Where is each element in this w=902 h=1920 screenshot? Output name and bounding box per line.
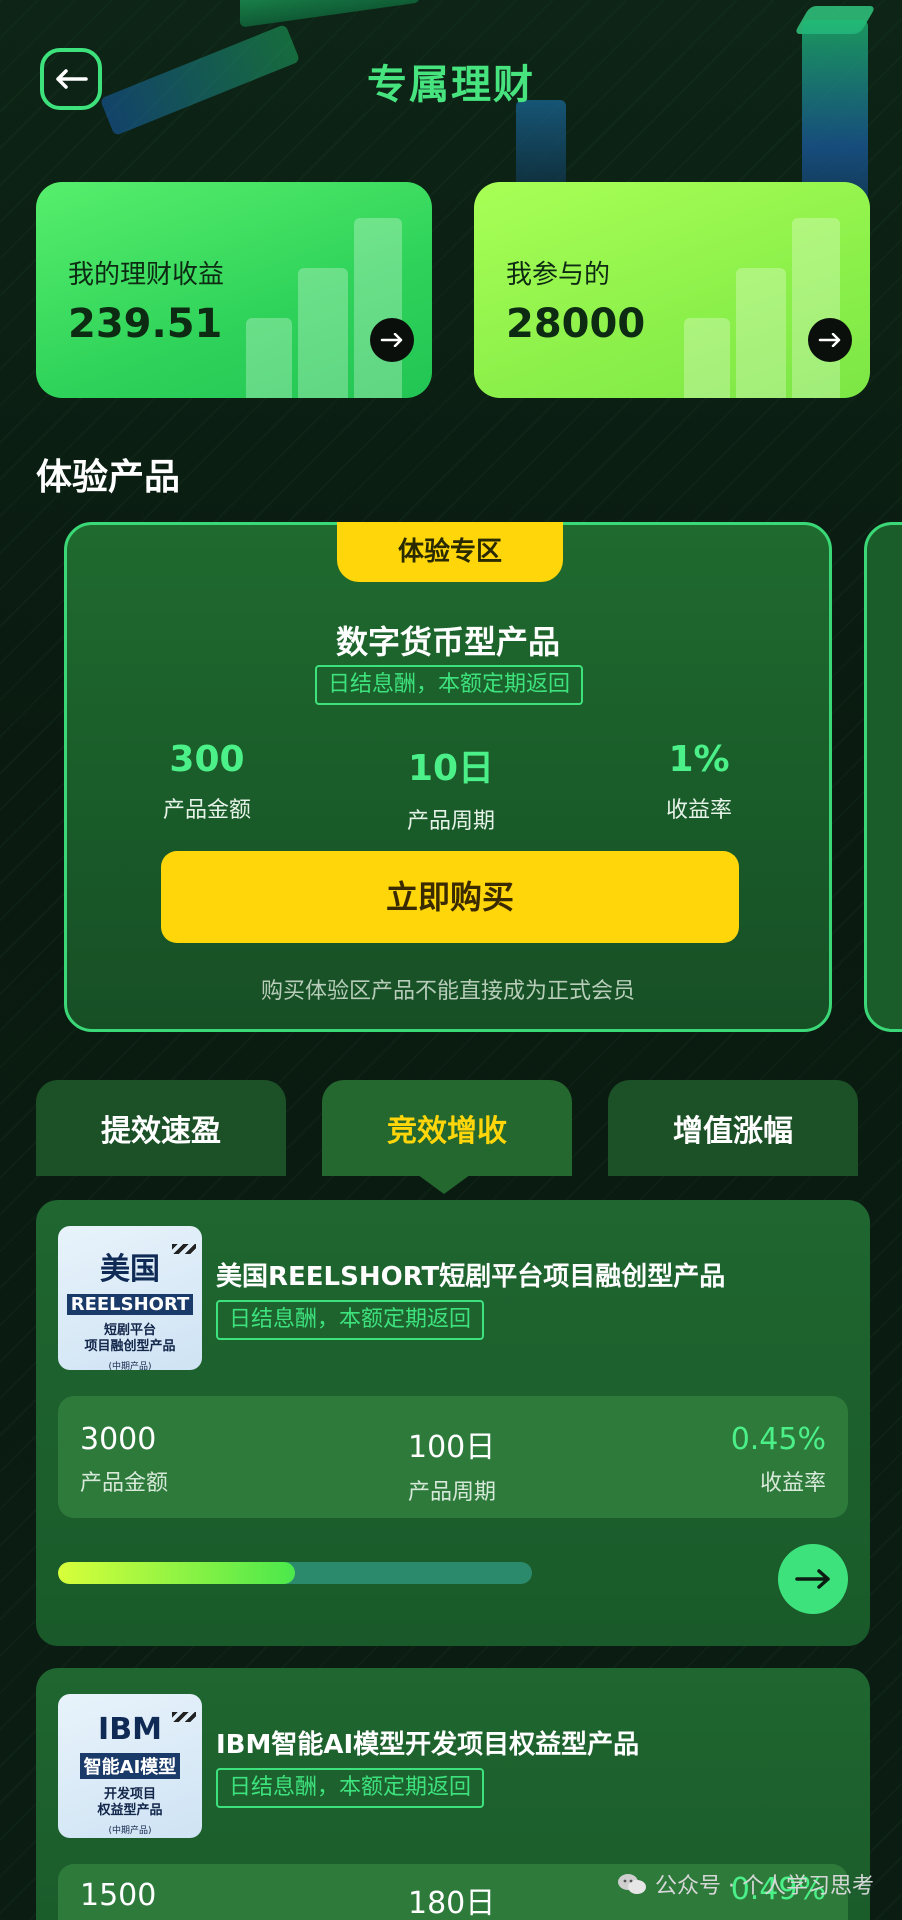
stat-value: 3000	[80, 1422, 157, 1457]
chart-decoration	[354, 218, 402, 398]
next-experience-card[interactable]	[864, 522, 902, 1032]
stat-label: 产品金额	[162, 798, 251, 823]
stat-label: 收益率	[759, 1471, 826, 1496]
participation-card[interactable]: 我参与的 28000	[474, 182, 870, 398]
stat-value: 1%	[668, 739, 730, 780]
stat-value: 1500	[80, 1878, 157, 1913]
chart-decoration	[736, 268, 786, 398]
thumbnail-line: 短剧平台	[103, 1323, 156, 1338]
product-rate: 0.45% 收益率	[731, 1422, 826, 1497]
buy-now-button[interactable]: 立即购买	[161, 851, 739, 943]
chart-decoration	[298, 268, 348, 398]
page-title: 专属理财	[367, 62, 535, 108]
experience-note: 购买体验区产品不能直接成为正式会员	[260, 979, 635, 1004]
thumbnail-line: 权益型产品	[97, 1803, 163, 1818]
product-period: 180日	[408, 1878, 495, 1920]
section-title: 体验产品	[36, 457, 181, 498]
product-badge: 日结息酬，本额定期返回	[216, 1300, 484, 1340]
experience-rate: 1% 收益率	[589, 739, 809, 824]
watermark: 公众号 · 个人学习思考	[617, 1868, 874, 1900]
product-name: 美国REELSHORT短剧平台项目融创型产品	[216, 1262, 726, 1292]
stat-value: 0.45%	[730, 1422, 826, 1457]
header-decoration	[240, 0, 420, 28]
arrow-right-icon	[818, 333, 841, 347]
tab-value-growth[interactable]: 增值涨幅	[608, 1080, 858, 1176]
experience-period: 10日 产品周期	[341, 739, 561, 835]
product-thumbnail: 美国 REELSHORT 短剧平台 项目融创型产品 (中期产品)	[58, 1226, 202, 1370]
experience-tag: 体验专区	[337, 522, 563, 582]
earnings-arrow-button[interactable]	[370, 318, 414, 362]
product-badge: 日结息酬，本额定期返回	[216, 1768, 484, 1808]
experience-card: 体验专区 数字货币型产品 日结息酬，本额定期返回 300 产品金额 10日 产品…	[64, 522, 832, 1032]
chart-decoration	[792, 218, 840, 398]
stat-value: 10日	[407, 748, 495, 789]
stat-label: 产品周期	[408, 1480, 497, 1505]
experience-title: 数字货币型产品	[335, 623, 560, 661]
experience-amount: 300 产品金额	[97, 739, 317, 824]
thumbnail-note: (中期产品)	[108, 1362, 152, 1370]
wechat-icon	[618, 1874, 647, 1894]
product-progress-bar	[58, 1562, 532, 1584]
tab-efficiency-profit[interactable]: 提效速盈	[36, 1080, 286, 1176]
stat-value: 180日	[408, 1886, 496, 1920]
stat-label: 产品周期	[406, 809, 495, 834]
product-detail-button[interactable]	[778, 1544, 848, 1614]
stat-value: 300	[169, 739, 245, 780]
experience-badge: 日结息酬，本额定期返回	[315, 665, 583, 705]
chart-decoration	[684, 318, 730, 398]
thumbnail-decoration	[172, 1712, 196, 1722]
stat-label: 收益率	[665, 798, 732, 823]
earnings-card[interactable]: 我的理财收益 239.51	[36, 182, 432, 398]
thumbnail-line: 开发项目	[103, 1787, 156, 1802]
active-tab-indicator	[414, 1172, 474, 1194]
tab-competitive-income[interactable]: 竞效增收	[322, 1080, 572, 1176]
thumbnail-line: 项目融创型产品	[84, 1339, 176, 1354]
arrow-right-icon	[380, 333, 403, 347]
thumbnail-note: (中期产品)	[108, 1826, 152, 1836]
product-progress-fill	[58, 1562, 295, 1584]
participation-arrow-button[interactable]	[808, 318, 852, 362]
chart-decoration	[246, 318, 292, 398]
product-amount: 3000 产品金额	[80, 1422, 168, 1497]
stat-value: 100日	[408, 1430, 496, 1465]
product-card[interactable]: 美国 REELSHORT 短剧平台 项目融创型产品 (中期产品) 美国REELS…	[36, 1200, 870, 1646]
product-thumbnail: IBM 智能AI模型 开发项目 权益型产品 (中期产品)	[58, 1694, 202, 1838]
product-period: 100日 产品周期	[408, 1422, 496, 1506]
product-amount: 1500	[80, 1878, 156, 1913]
thumbnail-subtitle: REELSHORT	[66, 1294, 194, 1315]
watermark-text: 公众号 · 个人学习思考	[655, 1874, 874, 1899]
stat-label: 产品金额	[80, 1471, 169, 1496]
thumbnail-decoration	[172, 1244, 196, 1254]
product-name: IBM智能AI模型开发项目权益型产品	[216, 1730, 640, 1760]
thumbnail-subtitle: 智能AI模型	[79, 1753, 181, 1779]
arrow-right-icon	[795, 1569, 830, 1589]
product-stats: 3000 产品金额 100日 产品周期 0.45% 收益率	[58, 1396, 848, 1518]
